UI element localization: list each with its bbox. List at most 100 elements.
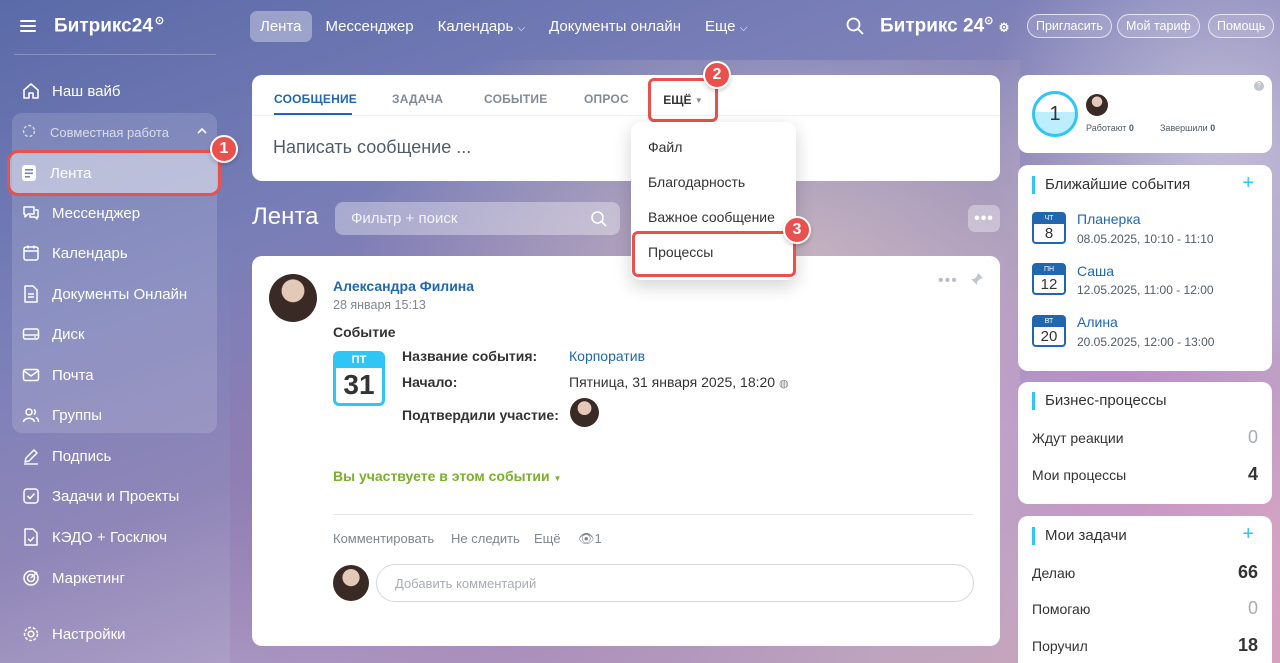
menu-icon[interactable]: [20, 20, 36, 32]
tab-message[interactable]: СООБЩЕНИЕ: [274, 92, 357, 106]
post-author[interactable]: Александра Филина: [333, 278, 474, 294]
avatar[interactable]: [269, 274, 317, 322]
tab-calendar[interactable]: Календарь ⌵: [428, 11, 535, 42]
event-name-label: Название события:: [402, 348, 538, 364]
step-badge-1: 1: [210, 135, 238, 163]
post-date[interactable]: 28 января 15:13: [333, 298, 426, 312]
tab-event[interactable]: СОБЫТИЕ: [484, 92, 547, 106]
tasks-assigned-label[interactable]: Поручил: [1032, 638, 1088, 654]
user-avatar[interactable]: [1086, 94, 1108, 116]
add-event-button[interactable]: +: [1242, 172, 1254, 195]
feed-post: Александра Филина 28 января 15:13 ••• Со…: [252, 256, 1000, 646]
bp-waiting-count[interactable]: 0: [1248, 427, 1258, 448]
step-badge-2: 2: [703, 61, 731, 89]
search-icon: [591, 211, 607, 227]
marketing-icon: [22, 569, 40, 587]
sidebar-item-messenger[interactable]: Мессенджер: [12, 194, 218, 232]
menu-item-file[interactable]: Файл: [648, 139, 682, 155]
menu-item-important[interactable]: Важное сообщение: [648, 209, 775, 225]
caret-down-icon: ▼: [694, 95, 703, 105]
document-icon: [22, 285, 40, 303]
help-icon[interactable]: ?: [1254, 81, 1264, 91]
bp-waiting-label[interactable]: Ждут реакции: [1032, 430, 1124, 446]
working-stat: Работают 0: [1086, 123, 1134, 133]
filter-search-input[interactable]: Фильтр + поиск: [335, 202, 620, 235]
events-title[interactable]: Ближайшие события: [1032, 176, 1190, 194]
gear-icon: [22, 625, 40, 643]
sidebar-item-calendar[interactable]: Календарь: [12, 234, 218, 272]
unfollow-link[interactable]: Не следить: [451, 531, 520, 546]
bp-mine-label[interactable]: Мои процессы: [1032, 467, 1126, 483]
sidebar-item-tasks[interactable]: Задачи и Проекты: [12, 477, 218, 515]
processes-highlight: [632, 231, 796, 277]
comment-input[interactable]: Добавить комментарий: [376, 564, 974, 602]
sidebar-item-feed[interactable]: Лента: [7, 150, 221, 196]
event-start-value: Пятница, 31 января 2025, 18:20 ◍: [569, 374, 789, 390]
sidebar-item-kedo[interactable]: КЭДО + Госключ: [12, 518, 218, 556]
event-title[interactable]: Саша: [1077, 263, 1114, 279]
tasks-doing-count[interactable]: 66: [1238, 562, 1258, 583]
sidebar-item-disk[interactable]: Диск: [12, 315, 218, 353]
add-task-button[interactable]: +: [1242, 523, 1254, 546]
tab-task[interactable]: ЗАДАЧА: [392, 92, 443, 106]
chat-icon: [22, 204, 40, 222]
message-input[interactable]: Написать сообщение ...: [273, 137, 471, 158]
bp-mine-count[interactable]: 4: [1248, 464, 1258, 485]
sidebar-item-marketing[interactable]: Маркетинг: [12, 559, 218, 597]
collaboration-group-header[interactable]: Совместная работа: [12, 118, 218, 146]
participation-status-dropdown[interactable]: Вы участвуете в этом событии ▼: [333, 468, 561, 484]
tasks-icon: [22, 487, 40, 505]
logo[interactable]: Битрикс24 ⊙: [54, 14, 164, 37]
settings-sliders-icon[interactable]: ⚙: [999, 20, 1010, 34]
event-name-value[interactable]: Корпоратив: [569, 348, 645, 364]
tab-feed[interactable]: Лента: [250, 10, 312, 42]
top-bar: Лента Мессенджер Календарь ⌵ Документы о…: [230, 0, 1280, 52]
post-divider: [333, 514, 973, 515]
caret-down-icon: ▼: [553, 474, 562, 483]
post-type: Событие: [333, 324, 396, 340]
collab-icon: [22, 124, 38, 140]
disk-icon: [22, 325, 40, 343]
tab-messenger[interactable]: Мессенджер: [316, 11, 424, 42]
search-icon[interactable]: [845, 16, 865, 36]
bp-title[interactable]: Бизнес-процессы: [1032, 392, 1167, 410]
kedo-icon: [22, 528, 40, 546]
page-title: Лента: [252, 203, 319, 230]
tariff-button[interactable]: Мой тариф: [1117, 14, 1200, 38]
invite-button[interactable]: Пригласить: [1027, 14, 1112, 38]
event-title[interactable]: Алина: [1077, 314, 1118, 330]
tasks-helping-count[interactable]: 0: [1248, 598, 1258, 619]
comment-link[interactable]: Комментировать: [333, 531, 434, 546]
sidebar-item-vibe[interactable]: Наш вайб: [12, 72, 218, 110]
step-badge-3: 3: [783, 216, 811, 244]
tasks-doing-label[interactable]: Делаю: [1032, 565, 1075, 581]
signature-icon: [22, 447, 40, 465]
participant-avatar[interactable]: [570, 398, 599, 427]
sidebar-item-settings[interactable]: Настройки: [12, 615, 218, 653]
more-link[interactable]: Ещё: [534, 531, 561, 546]
sidebar-item-mail[interactable]: Почта: [12, 356, 218, 394]
tab-docs[interactable]: Документы онлайн: [539, 11, 691, 42]
event-title[interactable]: Планерка: [1077, 211, 1141, 227]
menu-item-thanks[interactable]: Благодарность: [648, 174, 745, 190]
online-counter[interactable]: 1: [1032, 91, 1078, 137]
help-button[interactable]: Помощь: [1208, 14, 1275, 38]
done-stat: Завершили 0: [1160, 123, 1216, 133]
event-date-calendar: ПТ 31: [333, 351, 385, 406]
sidebar-item-groups[interactable]: Группы: [12, 396, 218, 434]
tasks-assigned-count[interactable]: 18: [1238, 635, 1258, 656]
sidebar-item-docs[interactable]: Документы Онлайн: [12, 275, 218, 313]
views-counter: 👁1: [578, 531, 602, 546]
more-options-button[interactable]: •••: [968, 205, 1000, 232]
calendar-icon: [22, 244, 40, 262]
tasks-helping-label[interactable]: Помогаю: [1032, 601, 1090, 617]
home-icon: [22, 82, 40, 100]
sidebar-item-sign[interactable]: Подпись: [12, 437, 218, 475]
post-menu-icon[interactable]: •••: [938, 272, 958, 290]
tasks-title[interactable]: Мои задачи: [1032, 527, 1127, 545]
stats-widget: 1 Работают 0 Завершили 0 ?: [1018, 75, 1272, 153]
feed-icon: [20, 164, 38, 182]
tab-poll[interactable]: ОПРОС: [584, 92, 629, 106]
pin-icon[interactable]: [970, 272, 984, 286]
tab-more[interactable]: Еще ⌵: [695, 11, 757, 42]
